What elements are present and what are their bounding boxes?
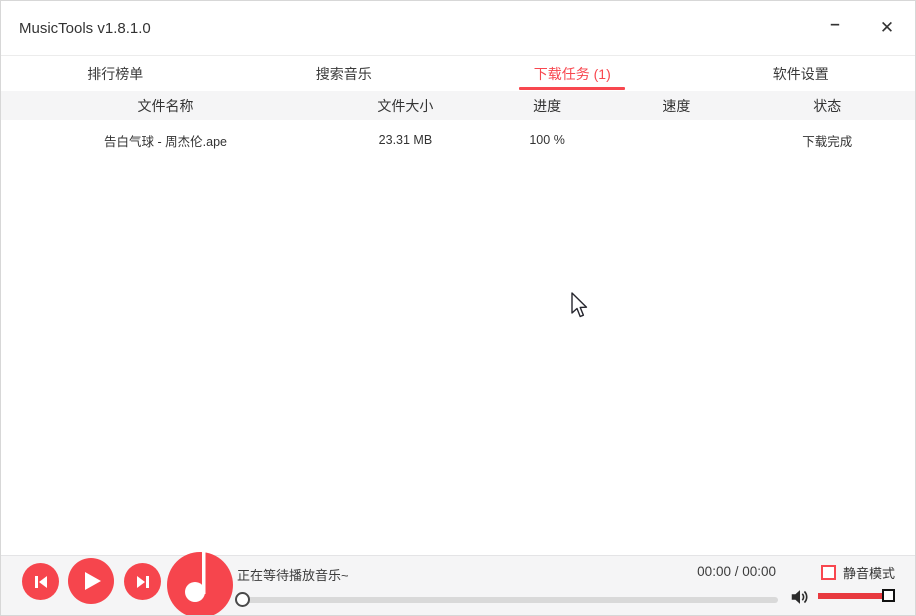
music-note-logo-button[interactable]	[167, 552, 233, 616]
minimize-button[interactable]: –	[821, 14, 849, 42]
table-header-row: 文件名称 文件大小 进度 速度 状态	[1, 91, 915, 120]
previous-track-button[interactable]	[22, 563, 59, 600]
player-bar: 正在等待播放音乐~ 00:00 / 00:00 静音模式	[1, 555, 915, 615]
header-file-name: 文件名称	[1, 96, 330, 116]
mute-mode-checkbox[interactable]: 静音模式	[821, 563, 895, 582]
tab-label: 搜索音乐	[316, 64, 372, 84]
tab-label: 软件设置	[773, 64, 829, 84]
progress-track[interactable]	[238, 597, 778, 603]
cell-file-name: 告白气球 - 周杰伦.ape	[1, 131, 330, 150]
tab-download-tasks[interactable]: 下载任务 (1)	[458, 57, 687, 91]
checkbox-icon[interactable]	[821, 565, 836, 580]
progress-thumb[interactable]	[235, 592, 250, 607]
volume-slider[interactable]	[818, 589, 896, 603]
play-icon	[84, 571, 102, 591]
tab-label: 排行榜单	[87, 64, 143, 84]
cell-file-size: 23.31 MB	[330, 133, 481, 147]
table-empty-area	[1, 158, 915, 554]
playback-progress-slider[interactable]	[238, 592, 778, 607]
window-controls: – ✕	[821, 1, 901, 55]
tab-label: 下载任务 (1)	[534, 64, 611, 84]
tab-rankings[interactable]: 排行榜单	[1, 57, 230, 91]
next-icon	[135, 575, 151, 589]
header-speed: 速度	[613, 96, 739, 116]
mute-mode-label: 静音模式	[843, 563, 895, 582]
tab-settings[interactable]: 软件设置	[687, 57, 916, 91]
table-row[interactable]: 告白气球 - 周杰伦.ape 23.31 MB 100 % 下载完成	[1, 122, 915, 158]
tab-bar: 排行榜单 搜索音乐 下载任务 (1) 软件设置	[1, 57, 915, 91]
volume-track[interactable]	[818, 593, 889, 599]
header-file-size: 文件大小	[330, 96, 481, 116]
previous-icon	[33, 575, 49, 589]
speaker-icon[interactable]	[789, 586, 811, 608]
app-title: MusicTools v1.8.1.0	[19, 20, 151, 37]
header-status: 状态	[739, 96, 914, 116]
app-window: MusicTools v1.8.1.0 – ✕ 排行榜单 搜索音乐 下载任务 (…	[0, 0, 916, 616]
cell-progress: 100 %	[481, 133, 614, 147]
title-bar: MusicTools v1.8.1.0 – ✕	[1, 1, 915, 56]
header-progress: 进度	[481, 96, 614, 116]
cell-status: 下载完成	[739, 131, 914, 150]
next-track-button[interactable]	[124, 563, 161, 600]
tab-search-music[interactable]: 搜索音乐	[230, 57, 459, 91]
music-note-icon	[167, 552, 233, 616]
playback-time: 00:00 / 00:00	[656, 564, 776, 579]
play-button[interactable]	[68, 558, 114, 604]
player-status-text: 正在等待播放音乐~	[237, 565, 349, 584]
close-button[interactable]: ✕	[873, 14, 901, 42]
active-tab-underline	[519, 87, 625, 90]
volume-thumb[interactable]	[882, 589, 895, 602]
